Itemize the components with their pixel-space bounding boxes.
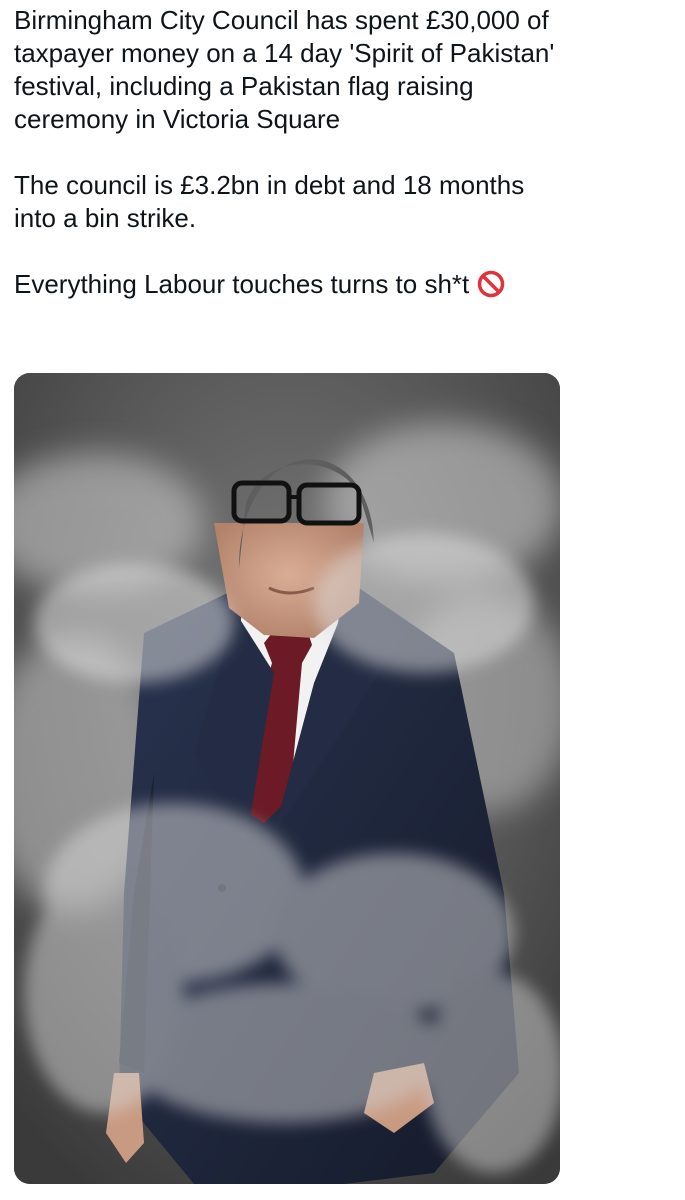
tweet-line: into a bin strike. <box>14 203 197 233</box>
tweet-line: Birmingham City Council has spent £30,00… <box>14 5 549 35</box>
tweet-paragraph-3: Everything Labour touches turns to sh*t <box>14 268 674 301</box>
tweet-line: The council is £3.2bn in debt and 18 mon… <box>14 170 525 200</box>
tweet-line: taxpayer money on a 14 day 'Spirit of Pa… <box>14 38 555 68</box>
prohibited-icon <box>477 270 505 298</box>
tweet-paragraph-1: Birmingham City Council has spent £30,00… <box>14 4 674 136</box>
tweet-text: Birmingham City Council has spent £30,00… <box>14 4 674 301</box>
tweet-line-with-emoji: Everything Labour touches turns to sh*t <box>14 268 674 301</box>
tweet-line: ceremony in Victoria Square <box>14 104 341 134</box>
tweet-post: Birmingham City Council has spent £30,00… <box>0 0 685 1200</box>
tweet-line: Everything Labour touches turns to sh*t <box>14 269 470 299</box>
tweet-photo[interactable] <box>14 373 560 1184</box>
tweet-paragraph-2: The council is £3.2bn in debt and 18 mon… <box>14 169 674 235</box>
portrait-photo <box>14 373 560 1184</box>
tweet-line: festival, including a Pakistan flag rais… <box>14 71 474 101</box>
